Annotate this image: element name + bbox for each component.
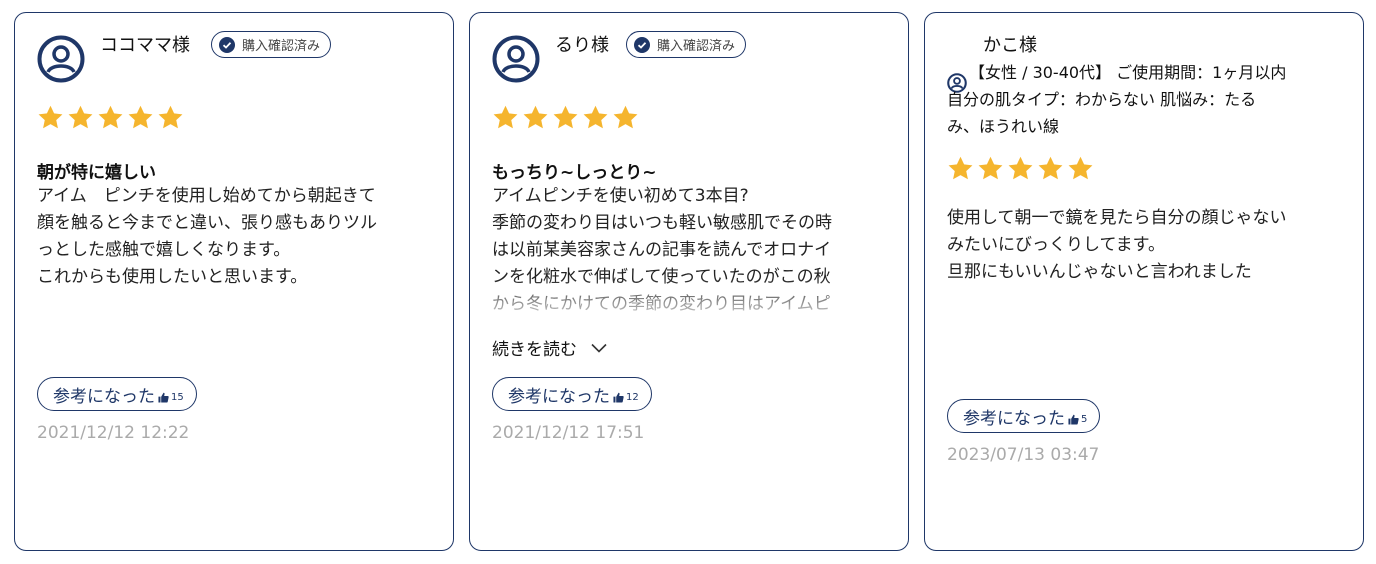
reviewer-meta-text: 【女性 / 30-40代】 ご使用期間：1ヶ月以内 自分の肌タイプ：わからない … bbox=[947, 63, 1287, 136]
review-card: かこ様 【女性 / 30-40代】 ご使用期間：1ヶ月以内 自分の肌タイプ：わか… bbox=[924, 12, 1364, 551]
user-avatar-icon bbox=[492, 35, 540, 83]
read-more-link[interactable]: 続きを読む bbox=[492, 335, 607, 360]
user-avatar-icon bbox=[37, 35, 85, 83]
helpful-button[interactable]: 参考になった 5 bbox=[947, 399, 1101, 433]
star-rating bbox=[492, 104, 642, 131]
star-icon bbox=[158, 105, 183, 129]
star-icon bbox=[523, 105, 548, 129]
check-circle-icon bbox=[634, 36, 650, 53]
reviewer-meta: 【女性 / 30-40代】 ご使用期間：1ヶ月以内 自分の肌タイプ：わからない … bbox=[947, 59, 1354, 140]
star-icon bbox=[38, 105, 63, 129]
thumbs-up-icon bbox=[1068, 414, 1079, 425]
star-icon bbox=[978, 156, 1003, 180]
helpful-button[interactable]: 参考になった 12 bbox=[492, 377, 652, 411]
thumbs-up-icon bbox=[158, 392, 169, 403]
review-body: 使用して朝一で鏡を見たら自分の顔じゃない みたいにびっくりしてます。 旦那にもい… bbox=[947, 208, 1287, 282]
reviewer-name: るり様 bbox=[555, 35, 609, 56]
star-icon bbox=[948, 156, 973, 180]
star-icon bbox=[493, 105, 518, 129]
thumbs-up-icon bbox=[613, 392, 624, 403]
star-icon bbox=[613, 105, 638, 129]
check-circle-icon bbox=[219, 36, 235, 53]
verified-label: 購入確認済み bbox=[242, 39, 321, 54]
star-icon bbox=[1068, 156, 1093, 180]
verified-purchase-badge: 購入確認済み bbox=[211, 31, 332, 58]
star-icon bbox=[1008, 156, 1033, 180]
star-icon bbox=[583, 105, 608, 129]
star-rating bbox=[947, 155, 1097, 182]
review-title: もっちり~しっとり~ bbox=[492, 163, 657, 183]
read-more-label: 続きを読む bbox=[492, 340, 577, 360]
star-icon bbox=[68, 105, 93, 129]
star-icon bbox=[98, 105, 123, 129]
reviewer-name: かこ様 bbox=[983, 35, 1037, 56]
review-date: 2021/12/12 12:22 bbox=[37, 423, 190, 443]
star-icon bbox=[1038, 156, 1063, 180]
star-rating bbox=[37, 104, 187, 131]
review-title: 朝が特に嬉しい bbox=[37, 163, 156, 183]
helpful-label: 参考になった bbox=[53, 386, 155, 407]
helpful-label: 参考になった bbox=[508, 386, 610, 407]
star-icon bbox=[128, 105, 153, 129]
review-card: るり様 購入確認済み もっちり~しっとり~ アイムピンチを使い初めて3本目? 季… bbox=[469, 12, 909, 551]
verified-purchase-badge: 購入確認済み bbox=[626, 31, 747, 58]
review-date: 2021/12/12 17:51 bbox=[492, 423, 645, 443]
helpful-count: 12 bbox=[626, 391, 639, 403]
review-body: アイム ピンチを使用し始めてから朝起きて 顔を触ると今までと違い、張り感もありツ… bbox=[37, 186, 377, 287]
review-body: アイムピンチを使い初めて3本目? 季節の変わり目はいつも軽い敏感肌でその時 は以… bbox=[492, 186, 832, 314]
helpful-count: 5 bbox=[1081, 413, 1088, 425]
review-date: 2023/07/13 03:47 bbox=[947, 445, 1100, 465]
helpful-count: 15 bbox=[171, 391, 184, 403]
reviewer-name: ココママ様 bbox=[100, 35, 190, 56]
verified-label: 購入確認済み bbox=[657, 39, 736, 54]
chevron-down-icon bbox=[591, 343, 607, 353]
star-icon bbox=[553, 105, 578, 129]
helpful-button[interactable]: 参考になった 15 bbox=[37, 377, 197, 411]
review-card: ココママ様 購入確認済み 朝が特に嬉しい アイム ピンチを使用し始めてから朝起き… bbox=[14, 12, 454, 551]
helpful-label: 参考になった bbox=[963, 408, 1065, 429]
